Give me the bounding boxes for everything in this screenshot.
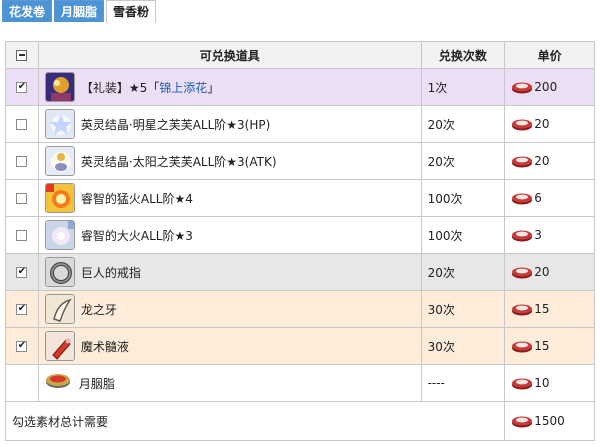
- row-checkbox[interactable]: [16, 192, 28, 204]
- magic-marrow-icon: [44, 331, 75, 361]
- moon-rouge-icon: [45, 368, 71, 398]
- row-checkbox[interactable]: ✔: [16, 340, 28, 352]
- snow-powder-icon: [512, 119, 533, 131]
- table-row: 英灵结晶·太阳之芙芙ALL阶★3(ATK) 20次 20: [6, 143, 594, 180]
- snow-powder-icon: [512, 230, 533, 242]
- item-count: 30次: [422, 291, 506, 327]
- header-check-cell: [6, 42, 39, 68]
- item-count: 1次: [422, 69, 506, 105]
- row-checkbox[interactable]: [16, 229, 28, 241]
- giant-ring-icon: [44, 257, 75, 287]
- header-price: 单价: [537, 48, 562, 63]
- item-name: 睿智的猛火ALL阶★4: [80, 191, 193, 206]
- item-count: 20次: [422, 106, 506, 142]
- exchange-table: 可兑换道具 兑换次数 单价 ✔ 【礼装】★5「 锦上添花」 1次 200 英灵结晶…: [5, 41, 595, 441]
- item-name: 月胭脂: [78, 376, 115, 391]
- item-count: ----: [422, 365, 506, 401]
- item-name-link[interactable]: 锦上添花: [159, 79, 207, 96]
- item-count: 20次: [422, 143, 506, 179]
- snow-powder-icon: [512, 341, 533, 353]
- tab-moon-rouge[interactable]: 月胭脂: [54, 0, 105, 22]
- item-name-prefix: 【礼装】★5「: [80, 80, 160, 95]
- table-row: 睿智的大火ALL阶★3 100次 3: [6, 217, 594, 254]
- item-price: 15: [534, 339, 550, 353]
- snow-powder-icon: [512, 193, 533, 205]
- tab-bar: 花发卷 月胭脂 雪香粉: [0, 0, 157, 23]
- dragon-fang-icon: [44, 294, 75, 324]
- tab-snow-powder[interactable]: 雪香粉: [106, 0, 157, 23]
- item-price: 3: [534, 228, 542, 242]
- item-count: 30次: [422, 328, 506, 364]
- table-row: 睿智的猛火ALL阶★4 100次 6: [6, 180, 594, 217]
- snow-powder-icon: [512, 416, 533, 428]
- snow-powder-icon: [512, 378, 533, 390]
- row-checkbox[interactable]: ✔: [16, 266, 28, 278]
- item-name: 龙之牙: [80, 302, 117, 317]
- fou-star-icon: [44, 109, 75, 139]
- table-row: ✔ 巨人的戒指 20次 20: [6, 254, 594, 291]
- header-count: 兑换次数: [422, 42, 506, 68]
- item-name-suffix: 」: [207, 80, 220, 95]
- item-price: 20: [534, 117, 550, 131]
- select-all-checkbox[interactable]: [16, 49, 28, 61]
- item-price: 15: [534, 302, 550, 316]
- fierce-fire-icon: [44, 183, 75, 213]
- header-item: 可兑换道具: [39, 42, 422, 68]
- row-checkbox[interactable]: [16, 118, 28, 130]
- item-price: 200: [534, 80, 558, 94]
- fou-sun-icon: [44, 146, 75, 176]
- snow-powder-icon: [512, 304, 533, 316]
- row-checkbox[interactable]: ✔: [16, 81, 28, 93]
- item-name: 睿智的大火ALL阶★3: [80, 228, 193, 243]
- table-row: 英灵结晶·明星之芙芙ALL阶★3(HP) 20次 20: [6, 106, 594, 143]
- craft-essence-icon: [44, 72, 75, 102]
- table-row: ✔ 龙之牙 30次 15: [6, 291, 594, 328]
- table-row: 月胭脂 ---- 10: [6, 365, 594, 402]
- total-label: 勾选素材总计需要: [6, 402, 506, 440]
- item-count: 20次: [422, 254, 506, 290]
- snow-powder-icon: [512, 156, 533, 168]
- item-name: 魔术髓液: [80, 339, 129, 354]
- item-count: 100次: [422, 180, 506, 216]
- item-price: 6: [534, 191, 542, 205]
- item-count: 100次: [422, 217, 506, 253]
- item-price: 10: [534, 376, 550, 390]
- item-name: 英灵结晶·明星之芙芙ALL阶★3(HP): [80, 117, 271, 132]
- table-header: 可兑换道具 兑换次数 单价: [6, 42, 594, 69]
- item-name: 英灵结晶·太阳之芙芙ALL阶★3(ATK): [80, 154, 277, 169]
- snow-powder-icon: [512, 267, 533, 279]
- table-row: ✔ 【礼装】★5「 锦上添花」 1次 200: [6, 69, 594, 106]
- tab-hair-ticket[interactable]: 花发卷: [2, 0, 53, 22]
- great-fire-icon: [44, 220, 75, 250]
- item-price: 20: [534, 154, 550, 168]
- table-row: ✔ 魔术髓液 30次 15: [6, 328, 594, 365]
- row-checkbox[interactable]: [16, 155, 28, 167]
- row-checkbox[interactable]: ✔: [16, 303, 28, 315]
- item-price: 20: [534, 265, 550, 279]
- total-row: 勾选素材总计需要 1500: [6, 402, 594, 440]
- item-name: 巨人的戒指: [80, 265, 141, 280]
- total-price: 1500: [534, 414, 565, 428]
- snow-powder-icon: [512, 82, 533, 94]
